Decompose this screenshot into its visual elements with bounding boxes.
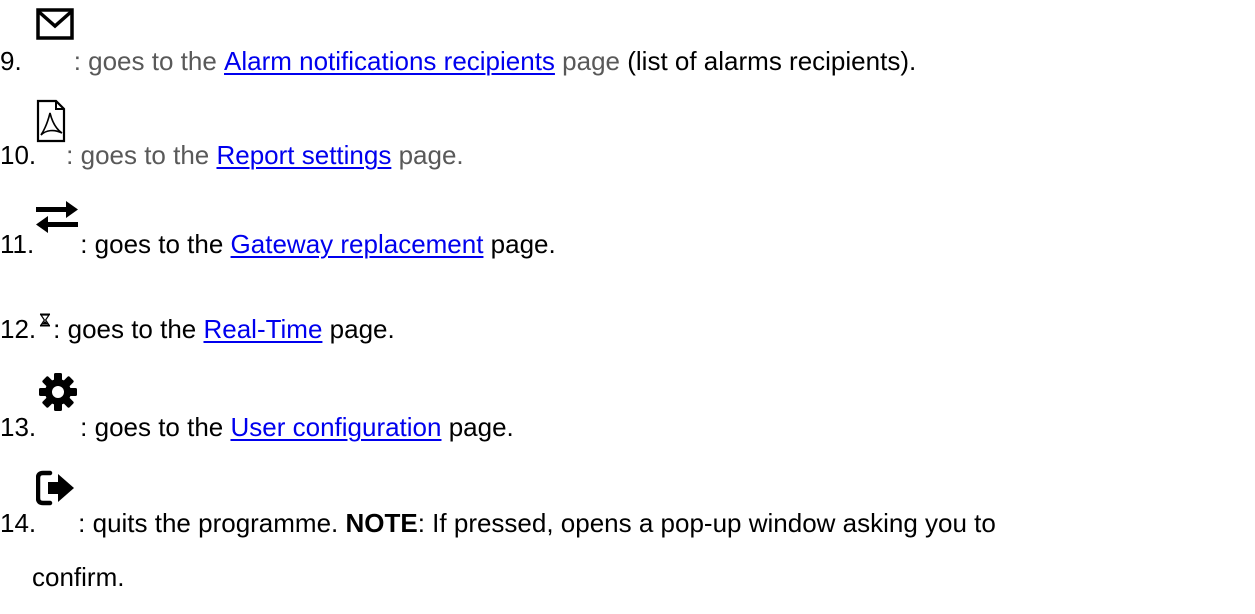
list-item-10: 10. : goes to the Report settings page. (0, 99, 464, 170)
item-prefix: : goes to the (66, 140, 217, 170)
item-prefix: : goes to the (73, 46, 225, 76)
sign-out-icon (36, 470, 78, 538)
item-number: 13. (0, 412, 37, 442)
item-suffix: page (554, 46, 621, 76)
note-continuation: confirm. (32, 562, 125, 592)
real-time-link[interactable]: Real-Time (203, 314, 322, 344)
item-number: 9. (0, 46, 22, 76)
note-text: : If pressed, opens a pop-up window aski… (417, 508, 996, 538)
report-settings-link[interactable]: Report settings (216, 140, 391, 170)
list-item-12: 12. : goes to the Real-Time page. (0, 313, 395, 344)
pdf-file-icon (36, 99, 66, 170)
item-number: 10. (0, 140, 37, 170)
list-item-11: 11. : goes to the Gateway replacement pa… (0, 201, 556, 259)
item-suffix: page. (483, 229, 556, 259)
item-suffix: page. (322, 314, 395, 344)
item-prefix: : goes to the (80, 229, 231, 259)
item-number: 12. (0, 314, 37, 344)
hourglass-icon (39, 313, 53, 344)
gateway-replacement-link[interactable]: Gateway replacement (231, 229, 484, 259)
gear-icon (36, 373, 80, 442)
note-label: NOTE (345, 508, 418, 538)
item-number: 11. (0, 229, 35, 259)
item-extra: (list of alarms recipients). (620, 46, 917, 76)
list-item-13: 13. : goes to the User configuration pag… (0, 373, 514, 442)
item-number: 14. (0, 508, 37, 538)
list-item-9: 9. : goes to the Alarm notifications rec… (0, 8, 917, 76)
alarm-notifications-recipients-link[interactable]: Alarm notifications recipients (224, 46, 555, 76)
item-prefix: : goes to the (53, 314, 204, 344)
item-suffix: page. (441, 412, 514, 442)
envelope-icon (35, 8, 74, 76)
user-configuration-link[interactable]: User configuration (230, 412, 441, 442)
item-prefix: : quits the programme. (78, 508, 346, 538)
item-prefix: : goes to the (80, 412, 231, 442)
item-suffix: page. (391, 140, 464, 170)
list-item-14: 14. : quits the programme. NOTE : If pre… (0, 470, 996, 538)
exchange-arrows-icon (34, 201, 80, 259)
